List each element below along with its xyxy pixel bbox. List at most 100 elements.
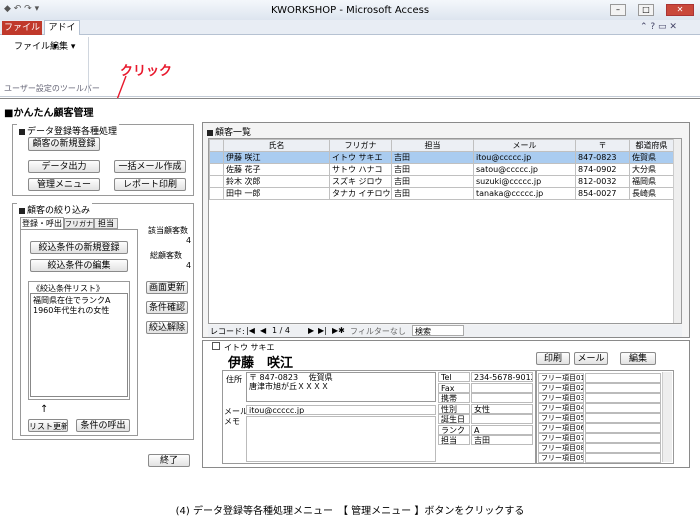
mobile-field[interactable] bbox=[471, 393, 533, 403]
table-cell[interactable]: サトウ ハナコ bbox=[329, 163, 392, 176]
table-cell[interactable]: 佐賀県 bbox=[629, 151, 674, 164]
exit-button[interactable]: 終了 bbox=[148, 454, 190, 467]
free-item-field[interactable] bbox=[585, 403, 661, 413]
free-item-field[interactable] bbox=[585, 393, 661, 403]
column-header[interactable]: 〒 bbox=[575, 139, 630, 152]
filter-edit-button[interactable]: 絞込条件の編集 bbox=[30, 259, 128, 272]
next-record-icon[interactable]: ▶ bbox=[308, 326, 314, 335]
table-cell[interactable]: 吉田 bbox=[391, 163, 474, 176]
filter-clear-button[interactable]: 絞込解除 bbox=[146, 321, 188, 334]
tab-addin[interactable]: アドイン bbox=[44, 20, 80, 47]
condition-confirm-button[interactable]: 条件確認 bbox=[146, 301, 188, 314]
first-record-icon[interactable]: |◀ bbox=[246, 326, 255, 335]
email-field[interactable]: itou@ccccc.jp bbox=[246, 405, 436, 415]
tab-file[interactable]: ファイル bbox=[2, 21, 42, 35]
filter-status[interactable]: フィルターなし bbox=[350, 326, 406, 337]
tab-staff[interactable]: 担当 bbox=[94, 218, 118, 229]
column-header[interactable]: フリガナ bbox=[329, 139, 392, 152]
table-cell[interactable]: tanaka@ccccc.jp bbox=[473, 187, 576, 200]
last-record-icon[interactable]: ▶| bbox=[318, 326, 327, 335]
column-header[interactable]: メール bbox=[473, 139, 576, 152]
up-arrow-icon: ↑ bbox=[40, 404, 49, 415]
minimize-icon[interactable]: – bbox=[610, 4, 626, 16]
free-item-field[interactable] bbox=[585, 383, 661, 393]
table-cell[interactable]: 佐藤 花子 bbox=[223, 163, 330, 176]
admin-menu-button[interactable]: 管理メニュー bbox=[28, 178, 100, 191]
screen-update-button[interactable]: 画面更新 bbox=[146, 281, 188, 294]
table-row[interactable]: 田中 一郎 タナカ イチロウ 吉田 tanaka@ccccc.jp 854-0027 長崎… bbox=[209, 187, 674, 200]
table-cell[interactable]: 812-0032 bbox=[575, 175, 630, 188]
filter-new-button[interactable]: 絞込条件の新規登録 bbox=[30, 241, 128, 254]
maximize-icon[interactable]: □ bbox=[638, 4, 654, 16]
table-cell[interactable]: 田中 一郎 bbox=[223, 187, 330, 200]
table-cell[interactable]: 吉田 bbox=[391, 175, 474, 188]
rank-field[interactable]: A bbox=[471, 424, 533, 435]
row-selector[interactable] bbox=[209, 187, 224, 200]
table-cell[interactable]: タナカ イチロウ bbox=[329, 187, 392, 200]
table-cell[interactable]: 伊藤 咲江 bbox=[223, 151, 330, 164]
table-cell[interactable]: 874-0902 bbox=[575, 163, 630, 176]
ribbon-menu-edit[interactable]: 編集 ▾ bbox=[50, 39, 75, 52]
new-record-icon[interactable]: ▶✱ bbox=[332, 326, 345, 335]
bulk-mail-button[interactable]: 一括メール作成 bbox=[114, 160, 186, 173]
new-customer-button[interactable]: 顧客の新規登録 bbox=[28, 137, 100, 151]
filter-list[interactable]: 福岡県在住でランクA 1960年代生れの女性 bbox=[30, 293, 128, 397]
condition-call-button[interactable]: 条件の呼出 bbox=[76, 419, 130, 432]
free-item-field[interactable] bbox=[585, 423, 661, 433]
empty-row bbox=[210, 230, 674, 240]
tab-furigana[interactable]: フリガナ bbox=[64, 218, 94, 229]
row-selector[interactable] bbox=[209, 175, 224, 188]
tel-field[interactable]: 234-5678-9012 bbox=[471, 372, 533, 382]
column-header[interactable]: 都道府県 bbox=[629, 139, 674, 152]
vertical-scrollbar[interactable] bbox=[673, 139, 681, 323]
table-cell[interactable]: 854-0027 bbox=[575, 187, 630, 200]
table-cell[interactable]: 福岡県 bbox=[629, 175, 674, 188]
table-cell[interactable]: satou@ccccc.jp bbox=[473, 163, 576, 176]
detail-scrollbar[interactable] bbox=[662, 372, 672, 462]
report-print-button[interactable]: レポート印刷 bbox=[114, 178, 186, 191]
fax-field[interactable] bbox=[471, 382, 533, 393]
birthday-field[interactable] bbox=[471, 414, 533, 424]
list-item[interactable]: 1960年代生れの女性 bbox=[33, 305, 109, 316]
table-cell[interactable]: 吉田 bbox=[391, 187, 474, 200]
mail-button[interactable]: メール bbox=[574, 352, 608, 365]
record-position[interactable]: 1 / 4 bbox=[272, 326, 290, 335]
close-icon[interactable]: ✕ bbox=[666, 4, 694, 16]
free-item-field[interactable] bbox=[585, 453, 661, 463]
table-cell[interactable]: スズキ ジロウ bbox=[329, 175, 392, 188]
address-field[interactable]: 〒 847-0823 佐賀県 唐津市旭が丘ＸＸＸＸ bbox=[246, 372, 436, 402]
table-row[interactable]: 伊藤 咲江 イトウ サキエ 吉田 itou@ccccc.jp 847-0823 佐賀県 bbox=[209, 151, 674, 164]
column-header[interactable]: 担当 bbox=[391, 139, 474, 152]
table-cell[interactable]: 847-0823 bbox=[575, 151, 630, 164]
prev-record-icon[interactable]: ◀ bbox=[260, 326, 266, 335]
print-button[interactable]: 印刷 bbox=[536, 352, 570, 365]
free-item-field[interactable] bbox=[585, 413, 661, 423]
memo-field[interactable] bbox=[246, 416, 436, 462]
table-cell[interactable]: itou@ccccc.jp bbox=[473, 151, 576, 164]
tab-register-call[interactable]: 登録・呼出 bbox=[20, 217, 64, 229]
table-row[interactable]: 鈴木 次郎 スズキ ジロウ 吉田 suzuki@ccccc.jp 812-0032 福岡県 bbox=[209, 175, 674, 188]
list-refresh-button[interactable]: リスト更新 bbox=[28, 419, 68, 432]
free-item-field[interactable] bbox=[585, 433, 661, 443]
search-box[interactable]: 検索 bbox=[412, 325, 464, 336]
staff-field[interactable]: 吉田 bbox=[471, 435, 533, 445]
edit-button[interactable]: 編集 bbox=[620, 352, 656, 365]
gender-field[interactable]: 女性 bbox=[471, 403, 533, 414]
table-cell[interactable]: 大分県 bbox=[629, 163, 674, 176]
row-selector[interactable] bbox=[209, 163, 224, 176]
total-count-label: 総顧客数 bbox=[150, 251, 182, 260]
row-selector[interactable] bbox=[209, 151, 224, 164]
table-row[interactable]: 佐藤 花子 サトウ ハナコ 吉田 satou@ccccc.jp 874-0902 大分県 bbox=[209, 163, 674, 176]
empty-row bbox=[210, 280, 674, 290]
ribbon-help[interactable]: ⌃ ? ▭ ✕ bbox=[640, 22, 677, 32]
table-cell[interactable]: suzuki@ccccc.jp bbox=[473, 175, 576, 188]
free-item-field[interactable] bbox=[585, 373, 661, 383]
table-cell[interactable]: 鈴木 次郎 bbox=[223, 175, 330, 188]
data-output-button[interactable]: データ出力 bbox=[28, 160, 100, 173]
table-cell[interactable]: イトウ サキエ bbox=[329, 151, 392, 164]
column-header[interactable]: 氏名 bbox=[223, 139, 330, 152]
table-cell[interactable]: 長崎県 bbox=[629, 187, 674, 200]
row-selector-header[interactable] bbox=[209, 139, 224, 152]
table-cell[interactable]: 吉田 bbox=[391, 151, 474, 164]
free-item-field[interactable] bbox=[585, 443, 661, 453]
